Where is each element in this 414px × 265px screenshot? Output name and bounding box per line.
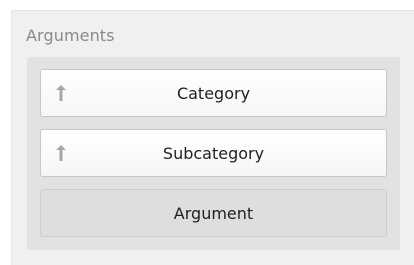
argument-item-label: Category — [176, 83, 251, 103]
sort-ascending-arrow-icon[interactable] — [54, 82, 68, 104]
section-title: Arguments — [26, 26, 115, 45]
argument-item-label: Subcategory — [162, 143, 265, 163]
argument-placeholder-item[interactable]: Argument — [40, 189, 387, 237]
argument-item-category[interactable]: Category — [40, 69, 387, 117]
arguments-panel: Arguments Category Subcategory Argument — [11, 10, 414, 265]
arguments-drop-area[interactable]: Category Subcategory Argument — [27, 57, 400, 250]
sort-ascending-arrow-icon[interactable] — [54, 142, 68, 164]
argument-placeholder-label: Argument — [173, 203, 254, 223]
argument-item-subcategory[interactable]: Subcategory — [40, 129, 387, 177]
